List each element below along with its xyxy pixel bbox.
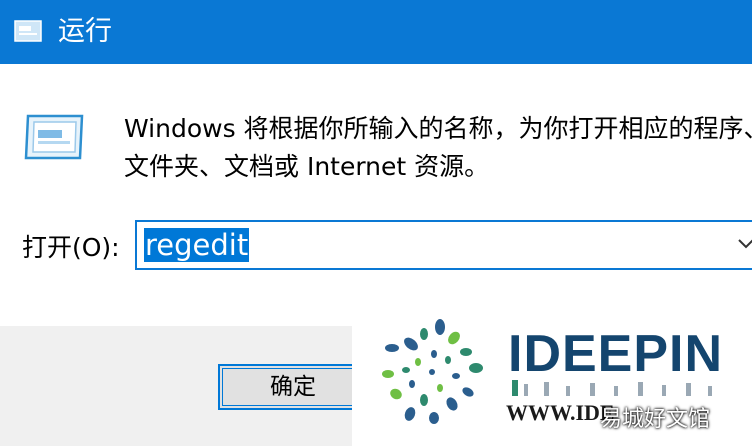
description-line-2: 文件夹、文档或 Internet 资源。	[124, 152, 490, 181]
dialog-body	[0, 64, 752, 326]
title-bar[interactable]: 运行	[0, 0, 752, 64]
chevron-down-icon[interactable]	[737, 237, 752, 251]
watermark-decoration	[512, 380, 712, 396]
watermark-brand: IDEEPIN	[508, 325, 724, 383]
watermark-caption: 易城好文馆	[600, 407, 711, 432]
watermark-logo-icon	[382, 319, 483, 424]
open-label: 打开(O):	[22, 233, 120, 262]
run-program-icon	[24, 114, 84, 160]
description-line-1: Windows 将根据你所输入的名称，为你打开相应的程序、	[124, 114, 752, 143]
watermark-url: WWW.IDE	[506, 400, 615, 425]
window-title: 运行	[58, 16, 112, 47]
ok-button[interactable]: 确定	[218, 364, 368, 410]
open-input-value[interactable]: regedit	[144, 228, 250, 262]
open-combobox[interactable]: regedit	[135, 220, 752, 270]
run-dialog: 运行 Windows 将根据你所输入的名称，为你打开相应的程序、 文件夹、文档或…	[0, 0, 752, 446]
dialog-description: Windows 将根据你所输入的名称，为你打开相应的程序、 文件夹、文档或 In…	[124, 110, 752, 186]
run-dialog-icon	[14, 20, 42, 42]
